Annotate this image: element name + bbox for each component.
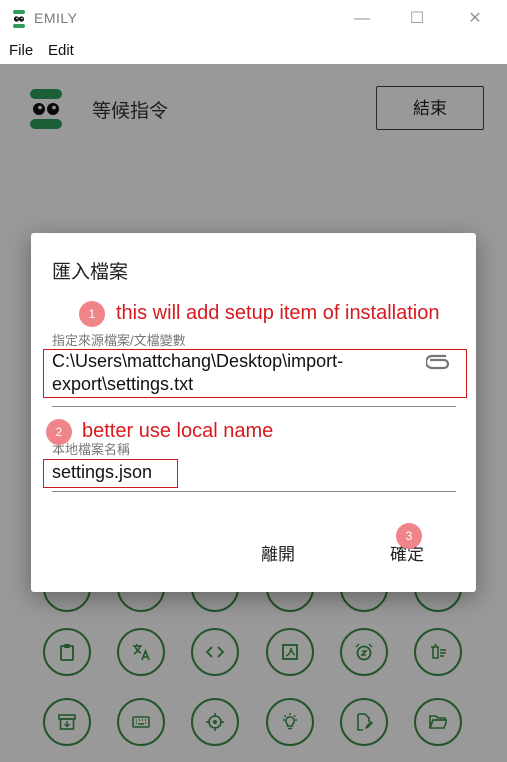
source-file-underline (52, 406, 456, 407)
annotation-badge-3: 3 (396, 523, 422, 549)
menu-edit[interactable]: Edit (48, 42, 74, 59)
menu-file[interactable]: File (9, 42, 33, 59)
source-file-label: 指定來源檔案/文檔變數 (52, 333, 186, 348)
annotation-badge-2: 2 (46, 419, 72, 445)
annotation-box-source (43, 349, 467, 398)
cancel-button[interactable]: 離開 (261, 540, 295, 565)
dialog-title: 匯入檔案 (52, 262, 129, 283)
annotation-note-2: better use local name (82, 420, 274, 442)
close-button[interactable]: ✕ (457, 6, 493, 32)
minimize-button[interactable]: — (344, 6, 380, 32)
app-logo-icon (13, 10, 25, 28)
title-bar: EMILY — ☐ ✕ (0, 0, 507, 38)
annotation-box-local (43, 459, 178, 488)
maximize-button[interactable]: ☐ (399, 6, 435, 32)
local-file-underline (52, 491, 456, 492)
annotation-badge-1: 1 (79, 301, 105, 327)
annotation-note-1: this will add setup item of installation (116, 302, 440, 324)
app-title: EMILY (34, 10, 78, 26)
menu-bar: File Edit (0, 38, 507, 64)
